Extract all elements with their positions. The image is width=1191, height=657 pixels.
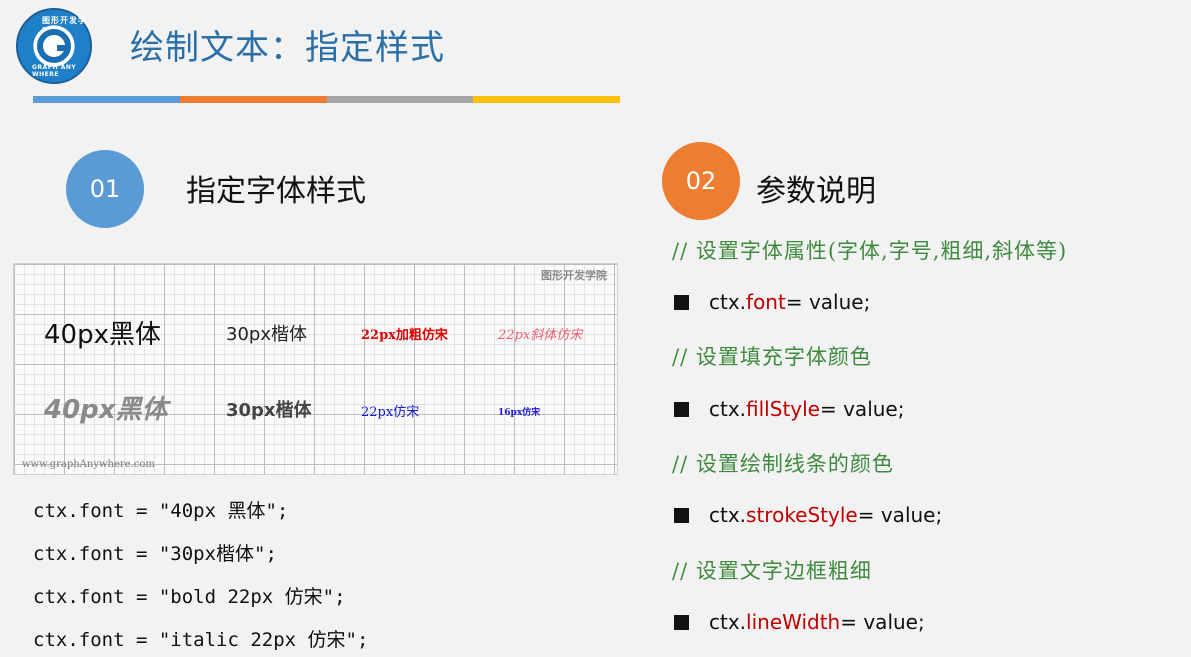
param-suffix: = value; — [857, 503, 943, 527]
font-demo-image: 图形开发学院 40px黑体 30px楷体 22px加粗仿宋 22px斜体仿宋 4… — [13, 263, 618, 475]
title-color-bar — [33, 96, 620, 103]
demo-30px-kaiti-bold: 30px楷体 — [226, 400, 312, 421]
bullet-square-icon — [674, 401, 689, 417]
bullet-square-icon — [674, 507, 689, 523]
param-fillstyle: ctx. fillStyle = value; — [674, 397, 904, 421]
demo-40px-heiti-styled: 40px黑体 — [44, 395, 168, 425]
param-linewidth: ctx. lineWidth = value; — [674, 610, 925, 634]
code-line: ctx.font = "40px 黑体"; — [33, 500, 289, 522]
param-font: ctx. font = value; — [674, 290, 870, 314]
bullet-square-icon — [674, 614, 689, 630]
param-keyword-strokestyle: strokeStyle — [746, 503, 858, 527]
param-keyword-fillstyle: fillStyle — [746, 397, 820, 421]
college-logo: 图形开发学院 GRAPH ANY WHERE — [16, 8, 92, 84]
param-comment-fillstyle: // 设置填充字体颜色 — [672, 345, 872, 369]
demo-22px-italic-fangsong: 22px斜体仿宋 — [498, 328, 583, 343]
page-title: 绘制文本：指定样式 — [130, 28, 445, 68]
color-bar-gray — [326, 96, 474, 103]
code-line: ctx.font = "bold 22px 仿宋"; — [33, 586, 346, 608]
section-2-title: 参数说明 — [756, 174, 876, 209]
color-bar-blue — [33, 96, 180, 103]
demo-30px-kaiti: 30px楷体 — [226, 324, 307, 345]
param-keyword-font: font — [746, 290, 786, 314]
section-2-number: 02 — [662, 142, 740, 220]
param-suffix: = value; — [840, 610, 925, 634]
param-strokestyle: ctx. strokeStyle = value; — [674, 503, 942, 527]
demo-22px-fangsong: 22px仿宋 — [361, 405, 420, 420]
color-bar-orange — [179, 96, 327, 103]
param-keyword-linewidth: lineWidth — [746, 610, 841, 634]
color-bar-yellow — [473, 96, 620, 103]
section-1-title: 指定字体样式 — [186, 174, 366, 209]
param-suffix: = value; — [819, 397, 905, 421]
demo-url: www.graphAnywhere.com — [22, 459, 155, 470]
code-line: ctx.font = "30px楷体"; — [33, 543, 277, 565]
param-comment-font: // 设置字体属性(字体,字号,粗细,斜体等) — [672, 239, 1068, 263]
param-comment-strokestyle: // 设置绘制线条的颜色 — [672, 452, 894, 476]
bullet-square-icon — [674, 294, 689, 310]
param-prefix: ctx. — [709, 610, 747, 634]
param-prefix: ctx. — [709, 290, 747, 314]
demo-22px-bold-fangsong: 22px加粗仿宋 — [361, 328, 448, 343]
param-prefix: ctx. — [709, 397, 747, 421]
param-prefix: ctx. — [709, 503, 747, 527]
logo-g-icon — [37, 29, 71, 63]
param-comment-linewidth: // 设置文字边框粗细 — [672, 559, 872, 583]
demo-16px-fangsong: 16px仿宋 — [498, 408, 541, 418]
section-1-number: 01 — [66, 150, 144, 228]
demo-40px-heiti: 40px黑体 — [44, 320, 161, 350]
code-line: ctx.font = "italic 22px 仿宋"; — [33, 629, 369, 651]
logo-text-bottom: GRAPH ANY WHERE — [32, 64, 77, 78]
param-suffix: = value; — [785, 290, 871, 314]
demo-watermark: 图形开发学院 — [541, 269, 607, 282]
